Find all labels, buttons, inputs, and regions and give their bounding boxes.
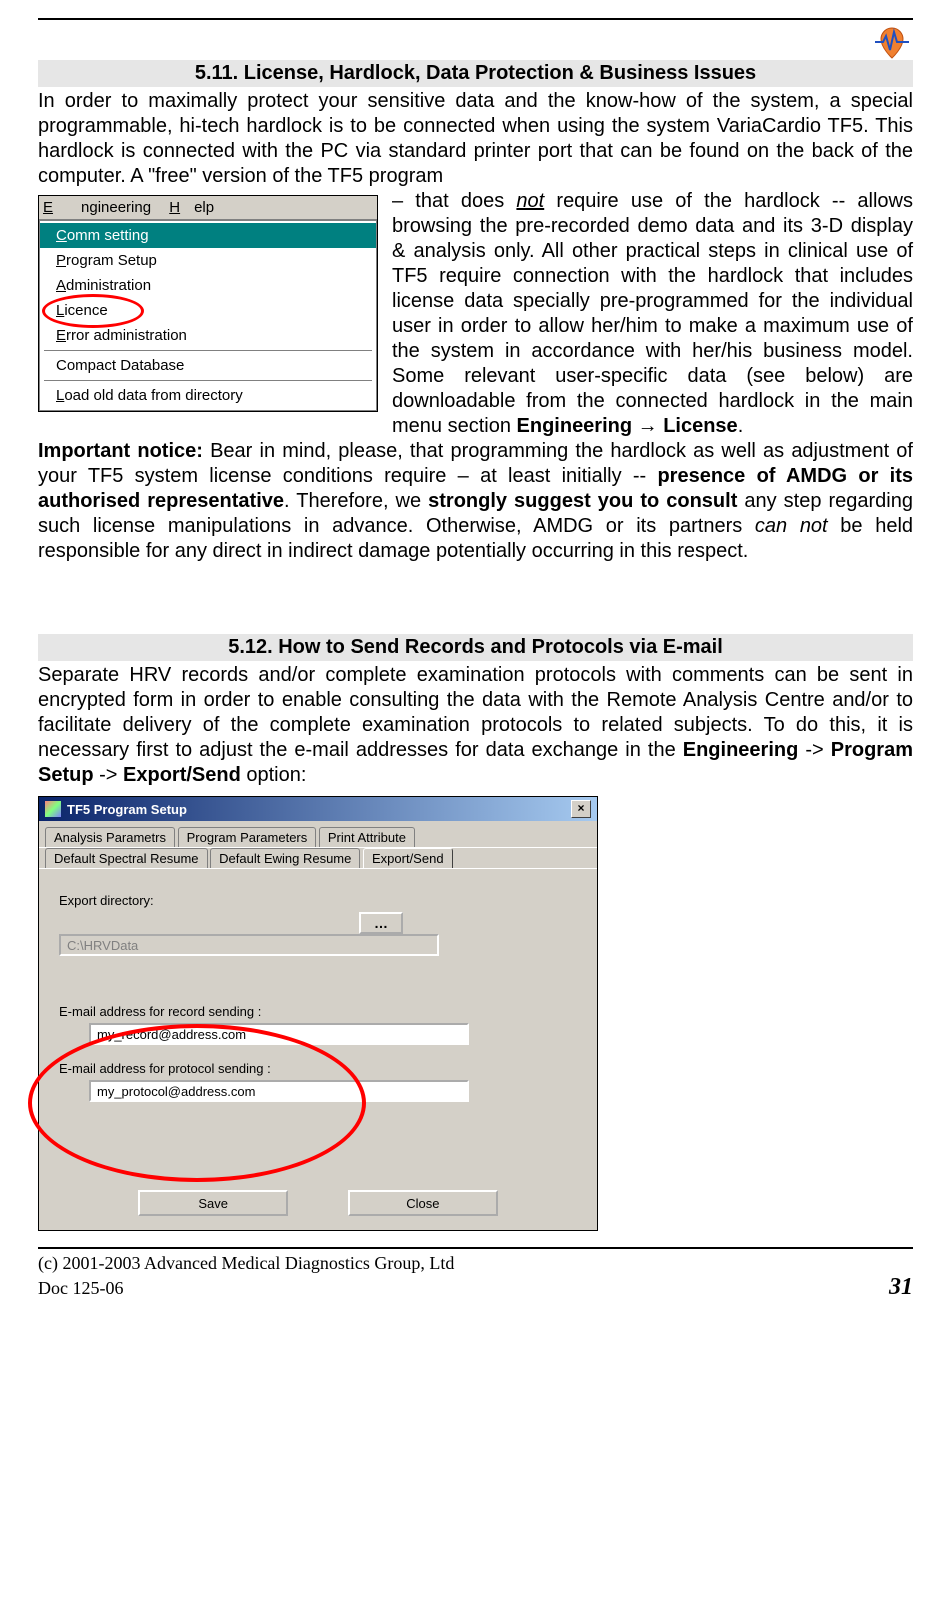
s1-eng-path: Engineering → License	[517, 415, 738, 437]
email-protocol-label: E-mail address for protocol sending :	[59, 1061, 577, 1076]
menu-item-error-administration[interactable]: Error administration	[40, 323, 376, 348]
menu-separator	[44, 380, 372, 381]
s1-not: not	[516, 190, 544, 212]
app-icon	[45, 801, 61, 817]
section-heading-license: 5.11. License, Hardlock, Data Protection…	[38, 60, 913, 87]
imp-c: . Therefore, we	[284, 490, 428, 512]
variacardio-logo-icon	[867, 16, 917, 66]
s1-wrap-a: – that does	[392, 190, 516, 212]
close-icon[interactable]: ×	[571, 800, 591, 818]
imp-f: can not	[755, 515, 828, 537]
s1-wrap-b: require use of the hardlock -- allows br…	[392, 190, 913, 437]
menu-item-program-setup[interactable]: Program Setup	[40, 248, 376, 273]
tab-print-attribute[interactable]: Print Attribute	[319, 827, 415, 847]
save-button[interactable]: Save	[138, 1190, 288, 1216]
s2-path1: Engineering	[683, 739, 799, 761]
s1-period: .	[738, 415, 744, 437]
footer-doc-id: Doc 125-06	[38, 1278, 123, 1299]
tab-default-spectral-resume[interactable]: Default Spectral Resume	[45, 848, 208, 868]
section2-body: Separate HRV records and/or complete exa…	[38, 663, 913, 788]
section-heading-email: 5.12. How to Send Records and Protocols …	[38, 634, 913, 661]
page-footer: (c) 2001-2003 Advanced Medical Diagnosti…	[38, 1247, 913, 1301]
s2-path3: Export/Send	[123, 764, 241, 786]
tab-export-send[interactable]: Export/Send	[363, 848, 453, 868]
tab-analysis-parametrs[interactable]: Analysis Parametrs	[45, 827, 175, 847]
tab-program-parameters[interactable]: Program Parameters	[178, 827, 317, 847]
menu-item-compact-database[interactable]: Compact Database	[40, 353, 376, 378]
footer-copyright: (c) 2001-2003 Advanced Medical Diagnosti…	[38, 1253, 913, 1274]
important-label: Important notice:	[38, 440, 203, 462]
dialog-window: TF5 Program Setup × Analysis Parametrs P…	[38, 796, 598, 1231]
tab-body-export-send: Export directory: … E-mail address for r…	[39, 869, 597, 1182]
menu-item-load-old-data[interactable]: Load old data from directory	[40, 383, 376, 408]
engineering-dropdown: Comm setting Program Setup Administratio…	[39, 220, 377, 411]
s2-end: option:	[241, 764, 307, 786]
tab-row-2: Default Spectral Resume Default Ewing Re…	[39, 848, 597, 869]
header-rule	[38, 18, 913, 20]
tab-default-ewing-resume[interactable]: Default Ewing Resume	[210, 848, 360, 868]
email-protocol-field[interactable]	[89, 1080, 469, 1102]
important-notice: Important notice: Bear in mind, please, …	[38, 439, 913, 564]
engineering-menu-screenshot: Engineering Help Comm setting Program Se…	[38, 195, 378, 412]
menu-item-comm-setting[interactable]: Comm setting	[40, 223, 376, 248]
close-button[interactable]: Close	[348, 1190, 498, 1216]
browse-button[interactable]: …	[359, 912, 403, 934]
section1-body: In order to maximally protect your sensi…	[38, 89, 913, 189]
menu-item-administration[interactable]: Administration	[40, 273, 376, 298]
tab-row-1: Analysis Parametrs Program Parameters Pr…	[39, 821, 597, 848]
program-setup-dialog-screenshot: TF5 Program Setup × Analysis Parametrs P…	[38, 796, 598, 1231]
dialog-titlebar[interactable]: TF5 Program Setup ×	[39, 797, 597, 821]
menu-help[interactable]: Help	[169, 199, 214, 216]
email-record-label: E-mail address for record sending :	[59, 1004, 577, 1019]
menubar: Engineering Help	[39, 196, 377, 220]
email-record-field[interactable]	[89, 1023, 469, 1045]
menu-item-licence[interactable]: Licence	[40, 298, 376, 323]
export-directory-label: Export directory:	[59, 893, 577, 908]
imp-d: strongly suggest you to consult	[428, 490, 737, 512]
menu-separator	[44, 350, 372, 351]
dialog-button-row: Save Close	[39, 1182, 597, 1230]
s2-arrow1: ->	[798, 739, 830, 761]
page-number: 31	[889, 1274, 913, 1301]
menu-engineering[interactable]: Engineering	[43, 199, 151, 216]
s2-arrow2: ->	[94, 764, 123, 786]
dialog-title: TF5 Program Setup	[67, 802, 187, 817]
s1-intro: In order to maximally protect your sensi…	[38, 90, 913, 187]
export-directory-field[interactable]	[59, 934, 439, 956]
